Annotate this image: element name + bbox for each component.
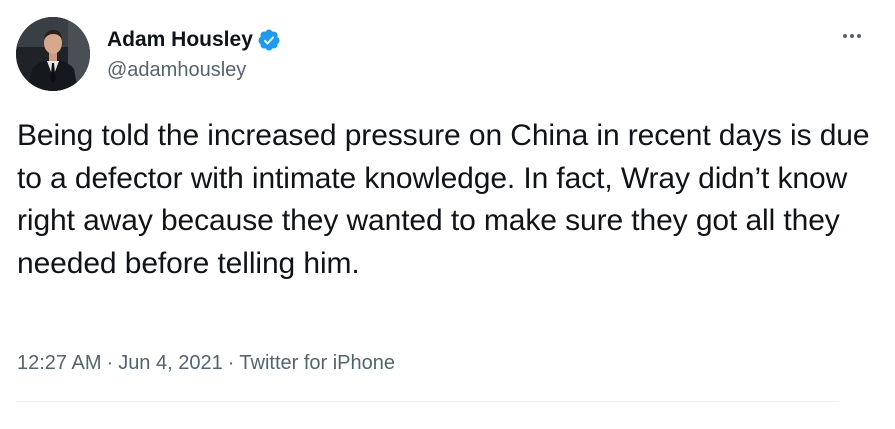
avatar[interactable] — [16, 17, 90, 91]
more-horizontal-icon — [843, 34, 861, 38]
meta-separator: · — [227, 352, 235, 374]
verified-badge-icon — [257, 28, 281, 52]
meta-separator: · — [106, 352, 114, 374]
tweet-meta: 12:27 AM · Jun 4, 2021 · Twitter for iPhone — [17, 349, 395, 377]
author-name-row: Adam Housley — [107, 26, 281, 54]
tweet-text: Being told the increased pressure on Chi… — [17, 119, 870, 280]
tweet-source-link[interactable]: Twitter for iPhone — [239, 352, 395, 374]
tweet-date-link[interactable]: Jun 4, 2021 — [118, 352, 223, 374]
divider — [16, 401, 839, 402]
tweet-time-link[interactable]: 12:27 AM — [17, 352, 102, 374]
profile-photo-icon — [16, 17, 90, 91]
more-options-button[interactable] — [834, 24, 870, 48]
author-handle[interactable]: @adamhousley — [107, 57, 246, 83]
display-name[interactable]: Adam Housley — [107, 26, 253, 54]
tweet-card: Adam Housley @adamhousley Being told the… — [0, 0, 895, 429]
